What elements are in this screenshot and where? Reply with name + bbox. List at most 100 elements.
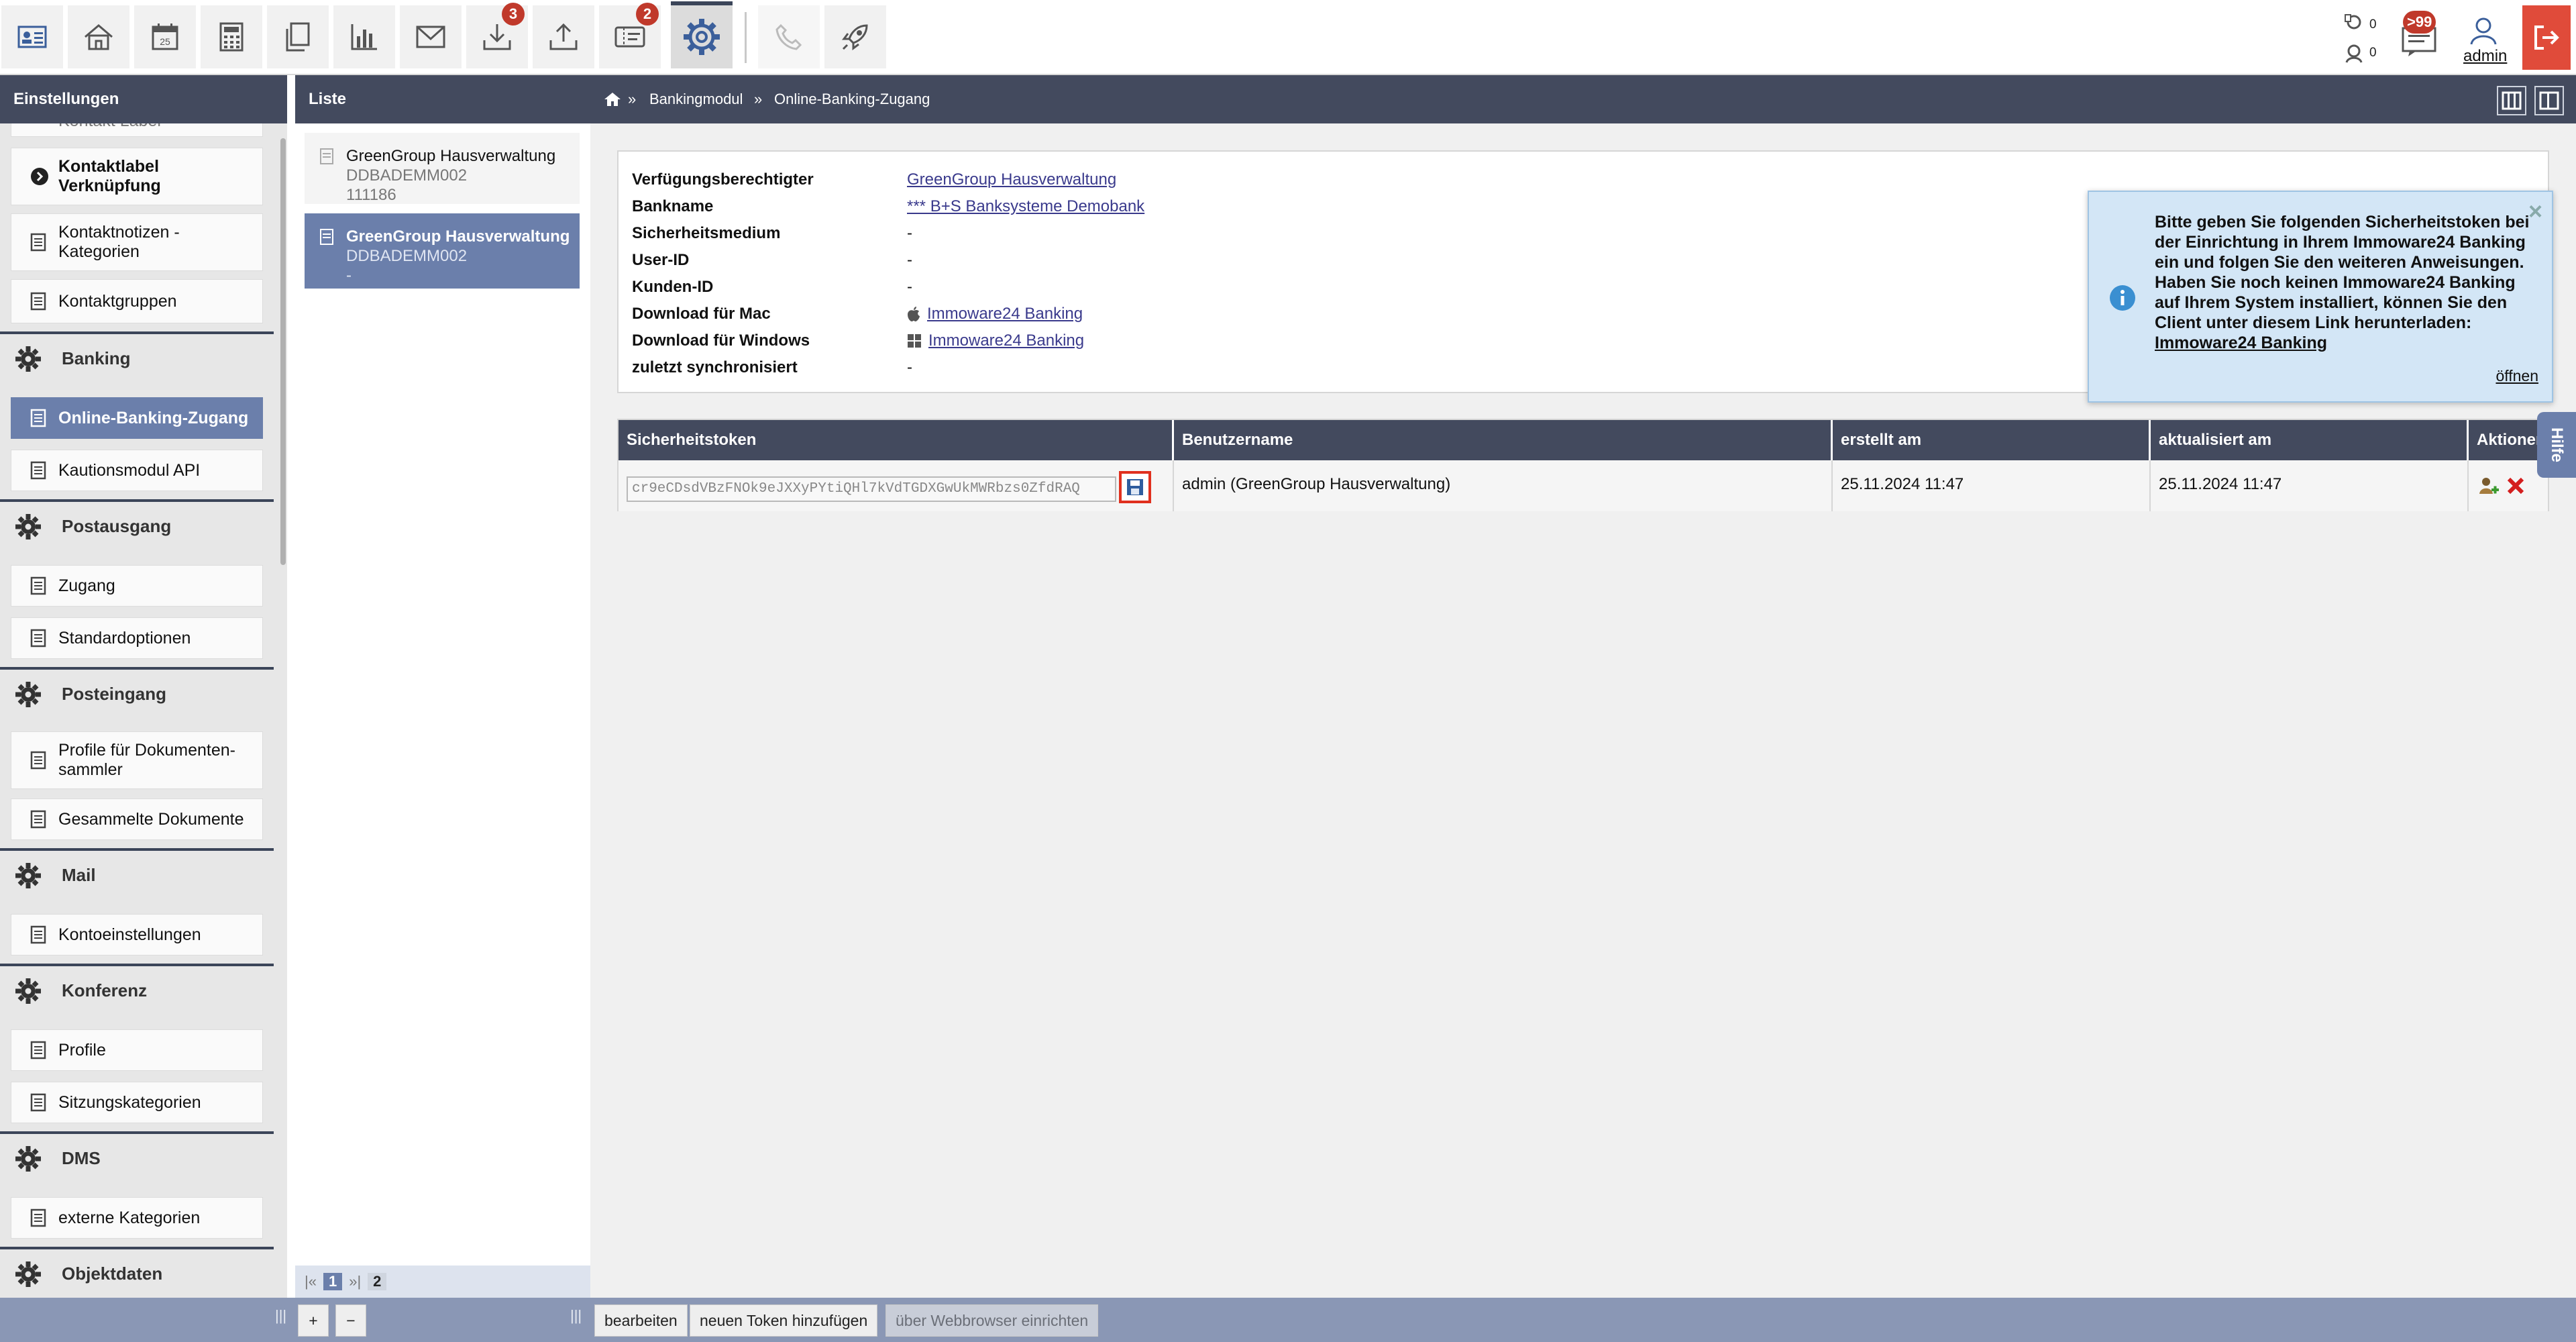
account-holder-link[interactable]: GreenGroup Hausverwaltung	[907, 170, 1116, 189]
sidebar-resize-grip[interactable]: |||	[275, 1307, 286, 1325]
close-icon[interactable]: ×	[2528, 197, 2542, 225]
bank-name-link[interactable]: *** B+S Banksysteme Demobank	[907, 197, 1144, 216]
detail-row: Verfügungsberechtigter GreenGroup Hausve…	[632, 166, 1116, 193]
sidebar-section-posteingang[interactable]: Posteingang	[0, 667, 274, 718]
add-token-button[interactable]: neuen Token hinzufügen	[690, 1304, 878, 1337]
sidebar-section-postausgang[interactable]: Postausgang	[0, 499, 274, 550]
sidebar-item-kontaktgruppen[interactable]: Kontaktgruppen	[11, 279, 263, 323]
sidebar-item-gesammelte-dokumente[interactable]: Gesammelte Dokumente	[11, 798, 263, 840]
sidebar-item-label: Standardoptionen	[58, 628, 191, 648]
list-item-selected[interactable]: GreenGroup Hausverwaltung DDBADEMM002 -	[305, 213, 580, 289]
settings-sidebar: Kontakt Label Kontaktlabel Verknüpfung K…	[0, 123, 287, 1298]
sidebar-item-profile[interactable]: Profile	[11, 1029, 263, 1071]
popup-download-link[interactable]: Immoware24 Banking	[2155, 333, 2327, 352]
sidebar-scrollbar-thumb[interactable]	[280, 138, 286, 565]
toolbar-statistics-button[interactable]	[333, 5, 395, 68]
table-cell-created: 25.11.2024 11:47	[1833, 460, 2151, 511]
list-item-number: -	[346, 266, 352, 285]
sidebar-item-sitzungskategorien[interactable]: Sitzungskategorien	[11, 1082, 263, 1123]
pager-last[interactable]: »|	[349, 1273, 361, 1290]
sidebar-section-objektdaten[interactable]: Objektdaten	[0, 1247, 274, 1298]
list-pager: |« 1 »| 2	[295, 1266, 590, 1298]
sidebar-item-externe-kategorien[interactable]: externe Kategorien	[11, 1197, 263, 1239]
toolbar-home-button[interactable]	[68, 5, 129, 68]
browser-setup-button[interactable]: über Webbrowser einrichten	[885, 1304, 1099, 1337]
document-icon	[30, 292, 46, 311]
delete-icon[interactable]	[2506, 476, 2525, 495]
detail-value: -	[907, 251, 912, 269]
sidebar-item-kontaktlabel-verknuepfung[interactable]: Kontaktlabel Verknüpfung	[11, 148, 263, 205]
copy-token-button[interactable]	[1119, 471, 1151, 503]
popup-open-link[interactable]: öffnen	[2496, 367, 2538, 385]
document-icon	[320, 229, 333, 245]
sidebar-item-standardoptionen[interactable]: Standardoptionen	[11, 617, 263, 659]
view-split-button[interactable]	[2497, 86, 2526, 115]
toolbar-phone-button[interactable]	[758, 5, 820, 68]
toolbar-settings-button[interactable]	[671, 1, 733, 68]
table-cell-username: admin (GreenGroup Hausverwaltung)	[1174, 460, 1833, 511]
sidebar-section-mail[interactable]: Mail	[0, 848, 274, 899]
column-header-updated[interactable]: aktualisiert am	[2151, 420, 2469, 460]
column-header-created[interactable]: erstellt am	[1833, 420, 2151, 460]
toolbar-launch-button[interactable]	[824, 5, 886, 68]
toolbar-documents-button[interactable]	[267, 5, 329, 68]
user-avatar-icon	[2470, 17, 2497, 45]
toolbar-mail-button[interactable]	[400, 5, 462, 68]
sidebar-item-label: Kontaktgruppen	[58, 291, 177, 311]
toolbar-contacts-button[interactable]	[1, 5, 63, 68]
section-title: Posteingang	[62, 683, 167, 704]
apple-icon	[908, 307, 920, 321]
gear-icon	[15, 682, 41, 707]
view-full-button[interactable]	[2534, 86, 2564, 115]
table-cell-actions	[2469, 460, 2548, 511]
add-button[interactable]: +	[298, 1304, 329, 1337]
popup-text-1: Bitte geben Sie folgenden Sicherheitstok…	[2155, 213, 2530, 272]
column-header-token[interactable]: Sicherheitstoken	[619, 420, 1174, 460]
download-mac-link[interactable]: Immoware24 Banking	[927, 305, 1083, 323]
logout-button[interactable]	[2522, 5, 2571, 70]
popup-text-2: Haben Sie noch keinen Immoware24 Banking…	[2155, 273, 2516, 332]
gear-icon	[15, 863, 41, 888]
sidebar-item-profile-dokumentensammler[interactable]: Profile für Dokumenten-sammler	[11, 731, 263, 789]
sidebar-item-kautionsmodul-api[interactable]: Kautionsmodul API	[11, 450, 263, 491]
save-icon	[1127, 479, 1143, 495]
pager-current-page: 1	[323, 1273, 343, 1290]
toolbar-outbox-button[interactable]	[533, 5, 594, 68]
column-header-username[interactable]: Benutzername	[1174, 420, 1833, 460]
sidebar-item-kontakt-label[interactable]: Kontakt Label	[11, 123, 263, 137]
panel-icon	[2539, 91, 2559, 110]
toolbar-accounting-button[interactable]	[201, 5, 262, 68]
pager-first[interactable]: |«	[305, 1273, 317, 1290]
breadcrumb-item-bankingmodul[interactable]: Bankingmodul	[649, 75, 743, 123]
sidebar-item-kontaktnotizen[interactable]: Kontaktnotizen - Kategorien	[11, 213, 263, 271]
token-field[interactable]: cr9eCDsdVBzFNOk9eJXXyPYtiQHl7kVdTGDXGwUk…	[627, 476, 1116, 502]
edit-button[interactable]: bearbeiten	[594, 1304, 688, 1337]
sidebar-item-zugang[interactable]: Zugang	[11, 565, 263, 607]
help-tab[interactable]: Hilfe	[2537, 412, 2576, 478]
sidebar-item-label: Kautionsmodul API	[58, 460, 201, 480]
remove-button[interactable]: −	[335, 1304, 366, 1337]
list-resize-grip[interactable]: |||	[570, 1307, 582, 1325]
arrow-circle-icon	[31, 168, 48, 185]
top-toolbar: 25 3 2 0 0 >99 admin	[0, 0, 2576, 75]
toolbar-calendar-button[interactable]: 25	[134, 5, 196, 68]
record-list: GreenGroup Hausverwaltung DDBADEMM002 11…	[295, 123, 590, 1266]
user-menu-link[interactable]: admin	[2463, 47, 2507, 66]
document-icon	[30, 1208, 46, 1227]
sidebar-item-online-banking-zugang[interactable]: Online-Banking-Zugang	[11, 397, 263, 439]
address-card-icon	[17, 25, 47, 48]
list-item[interactable]: GreenGroup Hausverwaltung DDBADEMM002 11…	[305, 133, 580, 204]
user-badge-icon	[2345, 44, 2363, 63]
sidebar-section-konferenz[interactable]: Konferenz	[0, 964, 274, 1015]
calendar-icon: 25	[152, 23, 178, 50]
home-icon[interactable]	[604, 92, 621, 107]
download-windows-link[interactable]: Immoware24 Banking	[928, 331, 1084, 350]
windows-icon	[908, 334, 921, 348]
inbox-badge: 3	[502, 3, 525, 25]
sidebar-section-dms[interactable]: DMS	[0, 1131, 274, 1182]
pager-page-2[interactable]: 2	[368, 1273, 387, 1290]
add-user-icon[interactable]	[2478, 475, 2500, 497]
sidebar-section-banking[interactable]: Banking	[0, 331, 274, 382]
detail-label: zuletzt synchronisiert	[632, 358, 798, 376]
sidebar-item-kontoeinstellungen[interactable]: Kontoeinstellungen	[11, 914, 263, 956]
